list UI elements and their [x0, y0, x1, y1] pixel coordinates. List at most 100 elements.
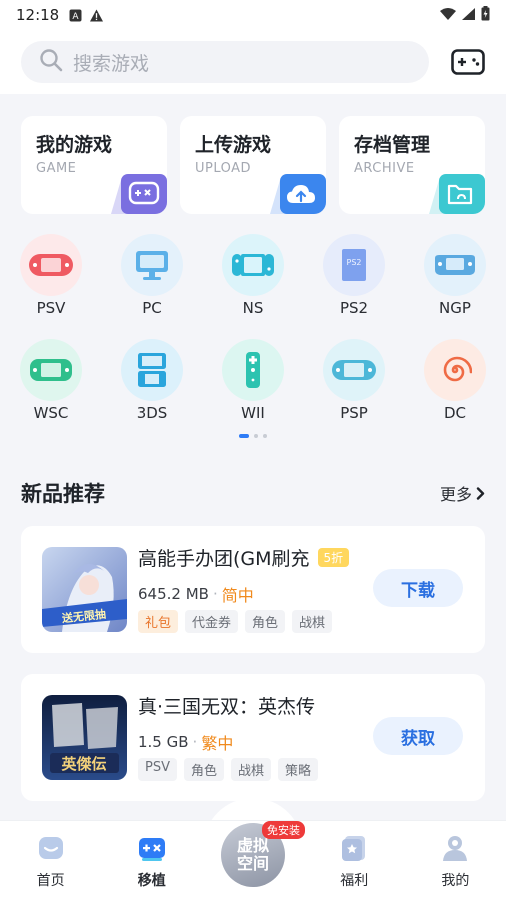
card-title: 上传游戏 — [195, 134, 272, 156]
platform-ns[interactable]: NS — [222, 234, 284, 317]
new-releases-header: 新品推荐 更多 — [21, 478, 485, 508]
more-link[interactable]: 更多 — [440, 481, 485, 505]
platform-label: DC — [443, 404, 467, 422]
platform-wii[interactable]: WII — [222, 339, 284, 422]
virtual-space-label: 虚拟空间 — [236, 836, 269, 873]
chevron-right-icon — [476, 486, 485, 500]
meta-separator: · — [192, 733, 198, 751]
discount-badge: 5折 — [317, 548, 350, 567]
page-dot-active — [239, 434, 249, 438]
platform-label: 3DS — [136, 404, 168, 422]
svg-text:A: A — [73, 12, 80, 22]
game-tag: 战棋 — [292, 610, 333, 633]
platform-ngp[interactable]: NGP — [424, 234, 486, 317]
archive-card[interactable]: 存档管理 ARCHIVE — [339, 116, 485, 214]
game-language: 繁中 — [201, 734, 234, 753]
tab-mine[interactable]: 我的 — [405, 821, 506, 899]
wsc-icon — [20, 339, 82, 401]
switch-icon — [222, 234, 284, 296]
welfare-icon — [342, 836, 366, 861]
platform-psp[interactable]: PSP — [323, 339, 385, 422]
font-notification-icon: A — [69, 9, 82, 22]
platform-wsc[interactable]: WSC — [20, 339, 82, 422]
download-button[interactable]: 下载 — [373, 569, 463, 607]
tab-welfare[interactable]: 福利 — [304, 821, 405, 899]
upload-game-card[interactable]: 上传游戏 UPLOAD — [180, 116, 326, 214]
handheld-icon — [20, 234, 82, 296]
platform-label: WSC — [33, 404, 69, 422]
page-dot — [254, 434, 258, 438]
game-tag: 代金券 — [185, 610, 239, 633]
tab-label: 移植 — [137, 873, 166, 889]
tab-home[interactable]: 首页 — [0, 821, 101, 899]
platform-label: PS2 — [339, 299, 369, 317]
dc-swirl-icon — [424, 339, 486, 401]
card-title: 存档管理 — [354, 134, 431, 156]
platform-psv[interactable]: PSV — [20, 234, 82, 317]
get-button[interactable]: 获取 — [373, 717, 463, 755]
game-card[interactable]: 英傑伝 真·三国无双：英杰传 1.5 GB · 繁中 PSV 角色 战棋 策略 … — [21, 674, 485, 801]
warning-icon — [90, 8, 104, 22]
platform-3ds[interactable]: 3DS — [121, 339, 183, 422]
platform-grid: PSV PC NS PS2 PS2 NGP WSC 3DS WII PSP DC — [0, 234, 506, 444]
platform-label: NGP — [439, 299, 471, 317]
svg-text:英傑伝: 英傑伝 — [61, 755, 106, 773]
wii-remote-icon — [222, 339, 284, 401]
platform-label: PSV — [36, 299, 66, 317]
platform-label: PSP — [340, 404, 368, 422]
home-icon — [38, 837, 63, 859]
meta-separator: · — [212, 585, 218, 603]
game-tag: 策略 — [278, 758, 319, 781]
game-title: 高能手办团(GM刷充 — [138, 548, 310, 570]
search-icon — [39, 48, 63, 76]
folder-icon — [429, 174, 485, 214]
tab-label: 我的 — [441, 873, 470, 889]
game-card[interactable]: 送无限抽 高能手办团(GM刷充 5折 645.2 MB · 简中 礼包 代金券 … — [21, 526, 485, 653]
status-bar: 12:18 A — [0, 0, 506, 30]
monitor-icon — [121, 234, 183, 296]
platform-label: WII — [241, 404, 265, 422]
status-time: 12:18 — [16, 6, 60, 24]
game-controller-icon — [111, 174, 167, 214]
ps2-icon: PS2 — [323, 234, 385, 296]
platform-ps2[interactable]: PS2 PS2 — [323, 234, 385, 317]
ngp-icon — [424, 234, 486, 296]
game-tag: 战棋 — [231, 758, 272, 781]
wifi-icon — [440, 6, 456, 24]
game-title: 真·三国无双：英杰传 — [138, 696, 316, 718]
platform-label: PC — [142, 299, 162, 317]
shortcut-cards: 我的游戏 GAME 上传游戏 UPLOAD 存档管理 ARCHIVE — [21, 116, 485, 214]
platform-pc[interactable]: PC — [121, 234, 183, 317]
3ds-icon — [121, 339, 183, 401]
my-games-card[interactable]: 我的游戏 GAME — [21, 116, 167, 214]
platform-dc[interactable]: DC — [424, 339, 486, 422]
game-tags: 礼包 代金券 角色 战棋 — [138, 610, 333, 633]
gamepad-button[interactable] — [451, 48, 485, 76]
svg-text:PS2: PS2 — [347, 258, 362, 267]
search-placeholder: 搜索游戏 — [73, 52, 150, 75]
game-language: 简中 — [221, 586, 254, 605]
game-tag: PSV — [138, 758, 177, 781]
tab-label: 首页 — [36, 873, 65, 889]
tab-label: 福利 — [340, 873, 369, 889]
more-label: 更多 — [439, 485, 472, 504]
battery-icon — [481, 5, 490, 25]
gamepad-tab-icon — [138, 838, 165, 861]
game-cover: 英傑伝 — [42, 695, 127, 780]
platform-label: NS — [242, 299, 264, 317]
search-input[interactable]: 搜索游戏 — [21, 41, 429, 83]
signal-icon — [462, 6, 475, 24]
install-free-badge: 免安装 — [262, 821, 305, 839]
tab-port[interactable]: 移植 — [101, 821, 202, 899]
top-bar: 搜索游戏 — [0, 30, 506, 94]
gamepad-icon — [451, 49, 485, 75]
game-size: 645.2 MB — [138, 585, 209, 603]
page-dot — [263, 434, 267, 438]
game-tag: 角色 — [245, 610, 286, 633]
cloud-upload-icon — [270, 174, 326, 214]
card-title: 我的游戏 — [36, 134, 113, 156]
game-cover: 送无限抽 — [42, 547, 127, 632]
game-tag: 角色 — [183, 758, 224, 781]
game-size: 1.5 GB — [138, 733, 189, 751]
section-title: 新品推荐 — [21, 482, 105, 506]
